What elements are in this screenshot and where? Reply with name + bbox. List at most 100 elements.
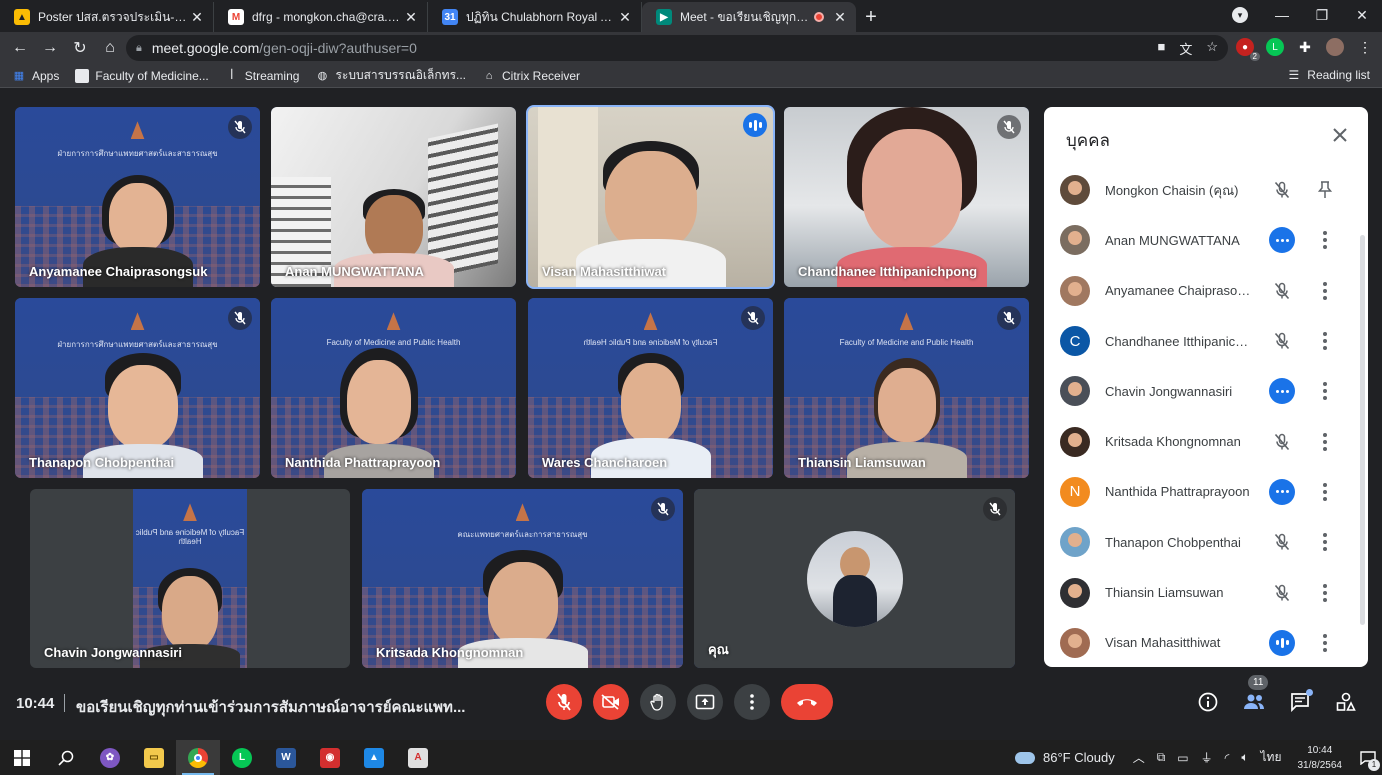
video-tile[interactable]: Faculty of Medicine and Public Health Ch… bbox=[30, 489, 350, 668]
start-button[interactable] bbox=[0, 740, 44, 775]
cortana-app-icon[interactable]: ✿ bbox=[88, 740, 132, 775]
close-icon[interactable] bbox=[1326, 121, 1354, 149]
mic-toggle-button[interactable] bbox=[546, 684, 582, 720]
raise-hand-button[interactable] bbox=[640, 684, 676, 720]
chrome-taskbar-icon[interactable] bbox=[176, 740, 220, 775]
lock-icon[interactable]: 🔒︎ bbox=[136, 42, 142, 55]
minimize-icon[interactable]: — bbox=[1262, 0, 1302, 30]
browser-tab-calendar[interactable]: 31 ปฏิทิน Chulabhorn Royal Academy... ✕ bbox=[428, 2, 642, 32]
bookmark-streaming[interactable]: ꟾ Streaming bbox=[225, 69, 299, 83]
more-vert-icon[interactable] bbox=[1313, 530, 1337, 554]
video-tile[interactable]: ฝ่ายการการศึกษาแพทยศาสตร์และสาธารณสุข An… bbox=[15, 107, 260, 287]
video-tile[interactable]: Faculty of Medicine and Public Health Wa… bbox=[528, 298, 773, 478]
self-video-tile[interactable]: คุณ bbox=[694, 489, 1015, 668]
forward-icon[interactable]: → bbox=[36, 34, 64, 62]
tab-close-icon[interactable]: ✕ bbox=[403, 9, 419, 26]
translate-icon[interactable]: 文 bbox=[1179, 39, 1192, 58]
present-screen-button[interactable] bbox=[687, 684, 723, 720]
browser-tab-poster[interactable]: ▲ Poster ปสส.ตรวจประเมิน-คณะแพทย์... ✕ bbox=[0, 2, 214, 32]
more-vert-icon[interactable] bbox=[1313, 228, 1337, 252]
close-window-icon[interactable]: ✕ bbox=[1342, 0, 1382, 30]
streaming-icon: ꟾ bbox=[230, 70, 234, 82]
video-tile[interactable]: Chandhanee Itthipanichpong bbox=[784, 107, 1029, 287]
extensions-puzzle-icon[interactable]: ✚ bbox=[1296, 38, 1314, 56]
tab-close-icon[interactable]: ✕ bbox=[189, 9, 205, 26]
leave-call-button[interactable] bbox=[781, 684, 833, 720]
line-taskbar-icon[interactable]: L bbox=[220, 740, 264, 775]
reload-icon[interactable]: ↻ bbox=[66, 34, 94, 62]
more-vert-icon[interactable] bbox=[1313, 581, 1337, 605]
more-vert-icon[interactable] bbox=[1313, 379, 1337, 403]
volume-icon[interactable]: 🔈︎ bbox=[1241, 750, 1248, 765]
browser-tab-meet[interactable]: ▶ Meet - ขอเรียนเชิญทุกท่านเข้าร่ว ✕ bbox=[642, 2, 856, 32]
bookmark-saraban[interactable]: ◍ ระบบสารบรรณอิเล็กทร... bbox=[315, 66, 466, 85]
bookmark-faculty[interactable]: Faculty of Medicine... bbox=[75, 68, 209, 83]
camera-app-icon[interactable]: ◉ bbox=[308, 740, 352, 775]
video-tile[interactable]: Faculty of Medicine and Public Health Th… bbox=[784, 298, 1029, 478]
participant-row[interactable]: Thanapon Chobpenthai bbox=[1044, 517, 1368, 567]
meet-now-icon[interactable]: ⧉ bbox=[1157, 750, 1166, 765]
video-tile[interactable]: Faculty of Medicine and Public Health Na… bbox=[271, 298, 516, 478]
back-icon[interactable]: ← bbox=[6, 34, 34, 62]
pdf-reader-icon[interactable]: A bbox=[396, 740, 440, 775]
extension-record-icon[interactable]: ● 2 bbox=[1236, 38, 1260, 61]
more-vert-icon[interactable] bbox=[1313, 480, 1337, 504]
participant-row[interactable]: Mongkon Chaisin (คุณ) bbox=[1044, 165, 1368, 215]
chevron-up-icon[interactable]: ︿ bbox=[1133, 749, 1145, 766]
reading-list-button[interactable]: ☰ Reading list bbox=[1289, 68, 1370, 82]
new-tab-button[interactable]: + bbox=[856, 2, 886, 32]
search-icon[interactable] bbox=[44, 740, 88, 775]
participant-row[interactable]: Anyamanee Chaiprasongsuk bbox=[1044, 266, 1368, 316]
video-tile[interactable]: คณะแพทยศาสตร์และการสาธารณสุข Kritsada Kh… bbox=[362, 489, 683, 668]
tab-close-icon[interactable]: ✕ bbox=[832, 9, 848, 26]
taskbar-time: 10:44 bbox=[1307, 744, 1333, 756]
camera-icon[interactable]: ■ bbox=[1157, 39, 1165, 58]
profile-avatar[interactable] bbox=[1326, 38, 1344, 56]
activities-button[interactable] bbox=[1334, 690, 1358, 714]
people-button[interactable]: 11 bbox=[1242, 675, 1269, 714]
meeting-title[interactable]: ขอเรียนเชิญทุกท่านเข้าร่วมการสัมภาษณ์อาจ… bbox=[76, 695, 465, 719]
usb-icon[interactable]: ⏚ bbox=[1201, 749, 1213, 766]
photos-app-icon[interactable]: ▲ bbox=[352, 740, 396, 775]
battery-icon[interactable]: ▭ bbox=[1177, 751, 1188, 765]
chat-button[interactable] bbox=[1288, 689, 1313, 714]
bookmark-citrix[interactable]: ⌂ Citrix Receiver bbox=[482, 69, 580, 83]
panel-scrollbar[interactable] bbox=[1360, 235, 1365, 625]
bookmark-apps[interactable]: ▦ Apps bbox=[12, 69, 60, 83]
tab-close-icon[interactable]: ✕ bbox=[617, 9, 633, 26]
address-bar[interactable]: 🔒︎ meet.google.com/gen-oqji-diw?authuser… bbox=[126, 35, 1228, 61]
notification-center-icon[interactable]: 1 bbox=[1354, 750, 1382, 771]
participant-row[interactable]: Thiansin Liamsuwan bbox=[1044, 567, 1368, 617]
more-vert-icon[interactable] bbox=[1313, 279, 1337, 303]
more-vert-icon[interactable] bbox=[1313, 430, 1337, 454]
tab-search-icon[interactable]: ▾ bbox=[1232, 7, 1248, 23]
participant-row[interactable]: Kritsada Khongnomnan bbox=[1044, 416, 1368, 466]
word-taskbar-icon[interactable]: W bbox=[264, 740, 308, 775]
pin-icon[interactable] bbox=[1313, 178, 1337, 202]
chrome-menu-icon[interactable]: ⋮ bbox=[1356, 38, 1374, 56]
participant-row[interactable]: N Nanthida Phattraprayoon bbox=[1044, 467, 1368, 517]
logo-icon bbox=[899, 312, 914, 331]
participant-row[interactable]: Visan Mahasitthiwat bbox=[1044, 618, 1368, 667]
video-tile[interactable]: Anan MUNGWATTANA bbox=[271, 107, 516, 287]
home-icon[interactable]: ⌂ bbox=[96, 34, 124, 62]
bookmark-star-icon[interactable]: ☆ bbox=[1206, 39, 1218, 58]
line-extension-icon[interactable]: L bbox=[1266, 38, 1284, 56]
browser-tab-gmail[interactable]: M dfrg - mongkon.cha@cra.ac.th - ... ✕ bbox=[214, 2, 428, 32]
participant-row[interactable]: Chavin Jongwannasiri bbox=[1044, 366, 1368, 416]
meeting-details-button[interactable] bbox=[1196, 690, 1220, 714]
more-options-button[interactable] bbox=[734, 684, 770, 720]
file-explorer-icon[interactable]: ▭ bbox=[132, 740, 176, 775]
wifi-icon[interactable]: ◜ bbox=[1225, 751, 1230, 765]
clock-date[interactable]: 10:44 31/8/2564 bbox=[1298, 743, 1343, 773]
restore-icon[interactable]: ❐ bbox=[1302, 0, 1342, 30]
participant-row[interactable]: Anan MUNGWATTANA bbox=[1044, 215, 1368, 265]
video-tile[interactable]: ฝ่ายการการศึกษาแพทยศาสตร์และสาธารณสุข Th… bbox=[15, 298, 260, 478]
camera-toggle-button[interactable] bbox=[593, 684, 629, 720]
participant-row[interactable]: C Chandhanee Itthipanichpong bbox=[1044, 316, 1368, 366]
more-vert-icon[interactable] bbox=[1313, 329, 1337, 353]
more-vert-icon[interactable] bbox=[1313, 631, 1337, 655]
video-tile-active-speaker[interactable]: Visan Mahasitthiwat bbox=[526, 105, 775, 289]
input-language[interactable]: ไทย bbox=[1261, 748, 1282, 767]
weather-widget[interactable]: 86°F Cloudy bbox=[1015, 750, 1115, 765]
